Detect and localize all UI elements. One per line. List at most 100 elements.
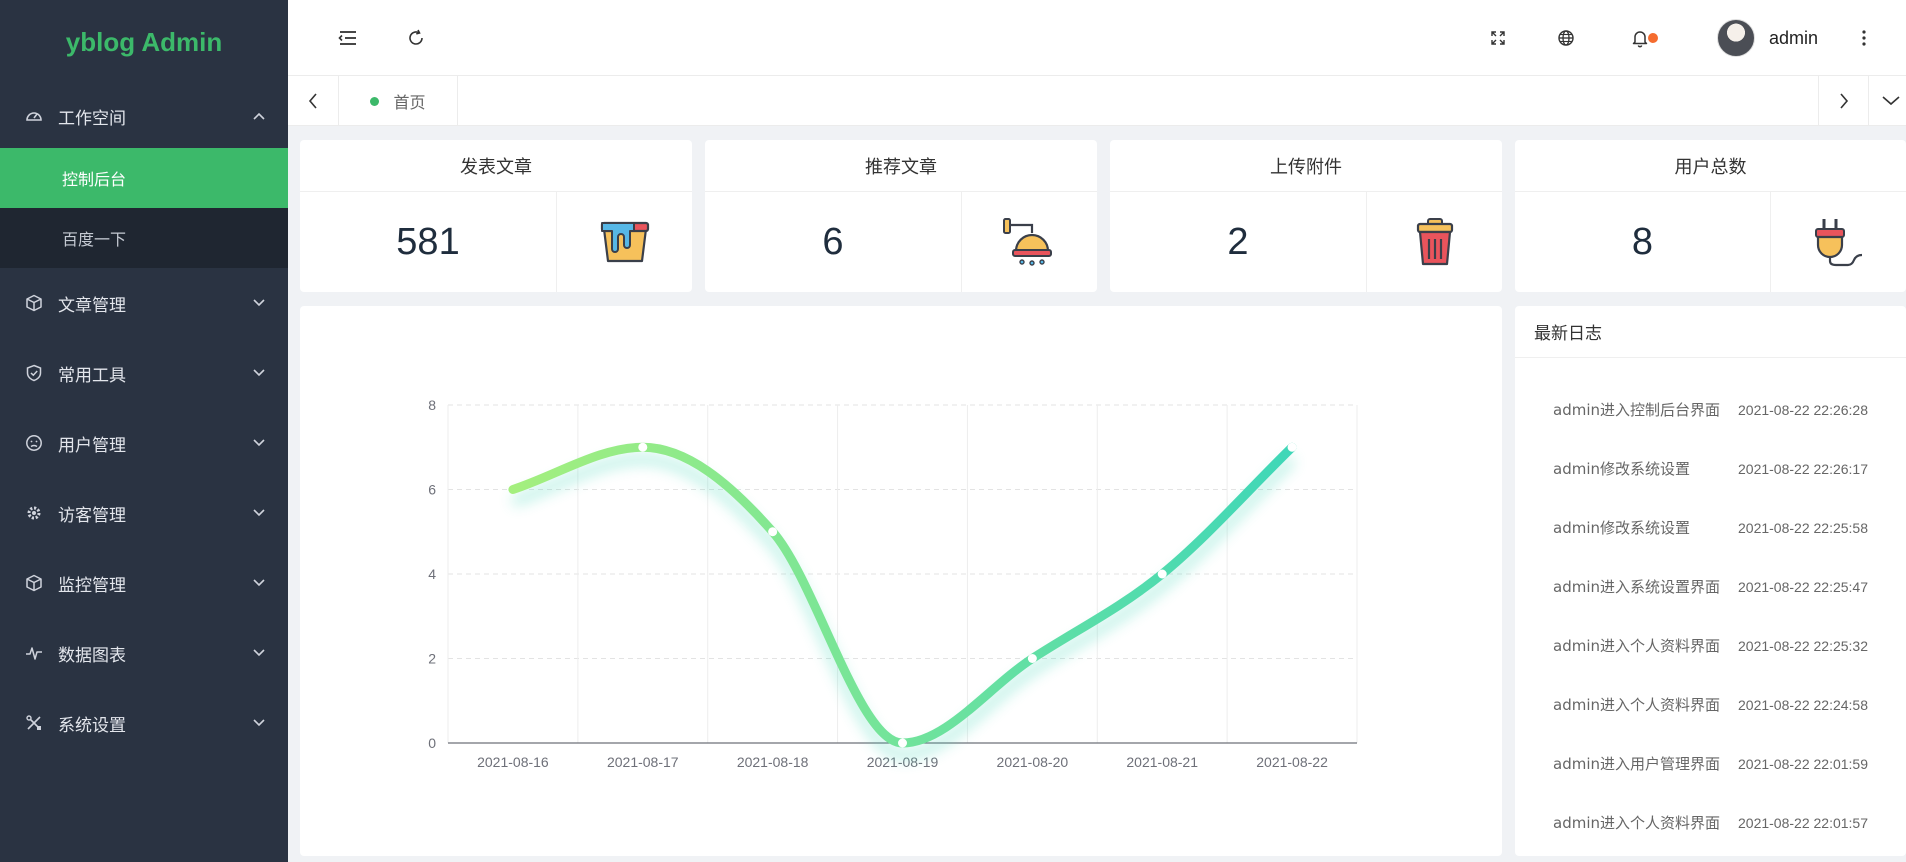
fullscreen-button[interactable] — [1482, 22, 1514, 54]
menu-articles[interactable]: 文章管理 — [0, 268, 288, 338]
menu-users[interactable]: 用户管理 — [0, 408, 288, 478]
y-tick-label: 0 — [428, 735, 436, 751]
menu-tools[interactable]: 常用工具 — [0, 338, 288, 408]
menu-workspace[interactable]: 工作空间 — [0, 84, 288, 148]
dashboard-icon — [24, 106, 44, 126]
chevron-down-icon — [252, 296, 266, 310]
stat-card-users: 用户总数 8 — [1515, 140, 1906, 292]
log-time: 2021-08-22 22:26:17 — [1738, 460, 1868, 477]
chevron-down-icon — [252, 436, 266, 450]
chevron-down-icon — [252, 716, 266, 730]
log-time: 2021-08-22 22:24:58 — [1738, 696, 1868, 713]
cube-icon — [24, 293, 44, 313]
tabs-bar: 首页 — [288, 76, 1906, 126]
menu-visitors-label: 访客管理 — [58, 505, 126, 526]
log-row: admin修改系统设置 2021-08-22 22:25:58 — [1515, 498, 1906, 557]
tools-icon — [24, 713, 44, 733]
notifications-button[interactable] — [1624, 22, 1658, 54]
data-point — [898, 738, 907, 748]
paint-bucket-icon — [556, 192, 692, 292]
menu-articles-label: 文章管理 — [58, 295, 126, 316]
log-row: admin进入个人资料界面 2021-08-22 22:01:57 — [1515, 793, 1906, 852]
menu-visitors[interactable]: 访客管理 — [0, 478, 288, 548]
menu-monitor[interactable]: 监控管理 — [0, 548, 288, 618]
log-time: 2021-08-22 22:25:32 — [1738, 637, 1868, 654]
cube-icon — [24, 573, 44, 593]
y-tick-label: 8 — [428, 397, 436, 413]
x-tick-label: 2021-08-22 — [1256, 754, 1328, 770]
stat-value: 8 — [1631, 220, 1654, 263]
collapse-menu-icon — [338, 31, 356, 45]
more-vertical-icon — [1862, 30, 1866, 46]
submenu-item-dashboard[interactable]: 控制后台 — [0, 148, 288, 208]
log-time: 2021-08-22 22:26:28 — [1738, 401, 1868, 418]
tab-home[interactable]: 首页 — [338, 76, 458, 126]
chevron-down-icon — [252, 576, 266, 590]
data-point — [638, 442, 648, 452]
log-list: admin进入控制后台界面 2021-08-22 22:26:28 admin修改… — [1515, 358, 1906, 852]
tabs-scroll-left[interactable] — [288, 76, 338, 126]
menu-workspace-label: 工作空间 — [58, 108, 126, 129]
refresh-button[interactable] — [400, 22, 432, 54]
log-title: 最新日志 — [1515, 306, 1906, 358]
line-chart: 0 2 4 6 8 2021-08-16 2021-08-17 2021-08-18 2021-… — [428, 397, 1358, 770]
stat-card-articles: 发表文章 581 — [300, 140, 692, 292]
top-navbar: admin — [288, 0, 1906, 76]
fullscreen-icon — [1491, 31, 1505, 45]
y-tick-label: 4 — [428, 566, 436, 582]
user-menu[interactable]: admin — [1716, 18, 1818, 58]
x-tick-label: 2021-08-18 — [737, 754, 809, 770]
series-line-shadow — [511, 454, 1296, 761]
log-row: admin进入个人资料界面 2021-08-22 22:25:32 — [1515, 616, 1906, 675]
menu-charts[interactable]: 数据图表 — [0, 618, 288, 688]
menu-charts-label: 数据图表 — [58, 645, 126, 666]
submenu-item-baidu[interactable]: 百度一下 — [0, 208, 288, 268]
log-time: 2021-08-22 22:25:47 — [1738, 578, 1868, 595]
more-button[interactable] — [1848, 22, 1880, 54]
stat-title: 发表文章 — [300, 140, 692, 192]
stat-value: 581 — [396, 220, 460, 263]
log-text: admin进入控制后台界面 — [1553, 401, 1721, 419]
log-row: admin进入系统设置界面 2021-08-22 22:25:47 — [1515, 557, 1906, 616]
x-tick-label: 2021-08-17 — [607, 754, 679, 770]
stat-card-attachments: 上传附件 2 — [1110, 140, 1502, 292]
menu-settings[interactable]: 系统设置 — [0, 688, 288, 758]
pulse-icon — [24, 643, 44, 663]
stat-title: 上传附件 — [1110, 140, 1502, 192]
brand-title[interactable]: yblog Admin — [0, 0, 288, 84]
log-row: admin进入控制后台界面 2021-08-22 22:26:28 — [1515, 380, 1906, 439]
log-text: admin进入个人资料界面 — [1553, 696, 1721, 714]
active-tab-dot — [370, 96, 380, 106]
avatar — [1716, 19, 1755, 57]
notification-dot — [1648, 33, 1658, 43]
tab-home-label: 首页 — [393, 93, 426, 112]
x-tick-label: 2021-08-20 — [997, 754, 1069, 770]
chevron-left-icon — [308, 93, 317, 109]
chevron-down-icon — [252, 506, 266, 520]
data-point — [768, 527, 778, 537]
menu-users-label: 用户管理 — [58, 435, 126, 456]
tabs-dropdown[interactable] — [1868, 76, 1906, 126]
log-text: admin进入系统设置界面 — [1553, 578, 1721, 596]
log-time: 2021-08-22 22:01:57 — [1738, 814, 1868, 831]
sidebar: yblog Admin 工作空间 控制后台 百度一下 文章管理 常用工具 用户管… — [0, 0, 288, 862]
shower-icon — [961, 192, 1097, 292]
y-tick-label: 6 — [428, 482, 436, 498]
collapse-menu-button[interactable] — [332, 22, 364, 54]
menu-settings-label: 系统设置 — [58, 715, 126, 736]
chevron-up-icon — [252, 109, 266, 123]
language-button[interactable] — [1550, 22, 1582, 54]
menu-tools-label: 常用工具 — [58, 365, 126, 386]
log-row: admin修改系统设置 2021-08-22 22:26:17 — [1515, 439, 1906, 498]
log-row: admin进入用户管理界面 2021-08-22 22:01:59 — [1515, 734, 1906, 793]
tabs-scroll-right[interactable] — [1818, 76, 1868, 126]
data-point — [1287, 442, 1297, 452]
bell-icon — [1632, 31, 1648, 48]
chevron-down-icon — [252, 646, 266, 660]
gear-icon — [24, 503, 44, 523]
chart-panel: 0 2 4 6 8 2021-08-16 2021-08-17 2021-08-18 2021-… — [300, 306, 1502, 856]
log-text: admin修改系统设置 — [1553, 460, 1691, 478]
refresh-icon — [409, 29, 423, 45]
data-point — [1027, 654, 1037, 663]
log-row: admin进入个人资料界面 2021-08-22 22:24:58 — [1515, 675, 1906, 734]
